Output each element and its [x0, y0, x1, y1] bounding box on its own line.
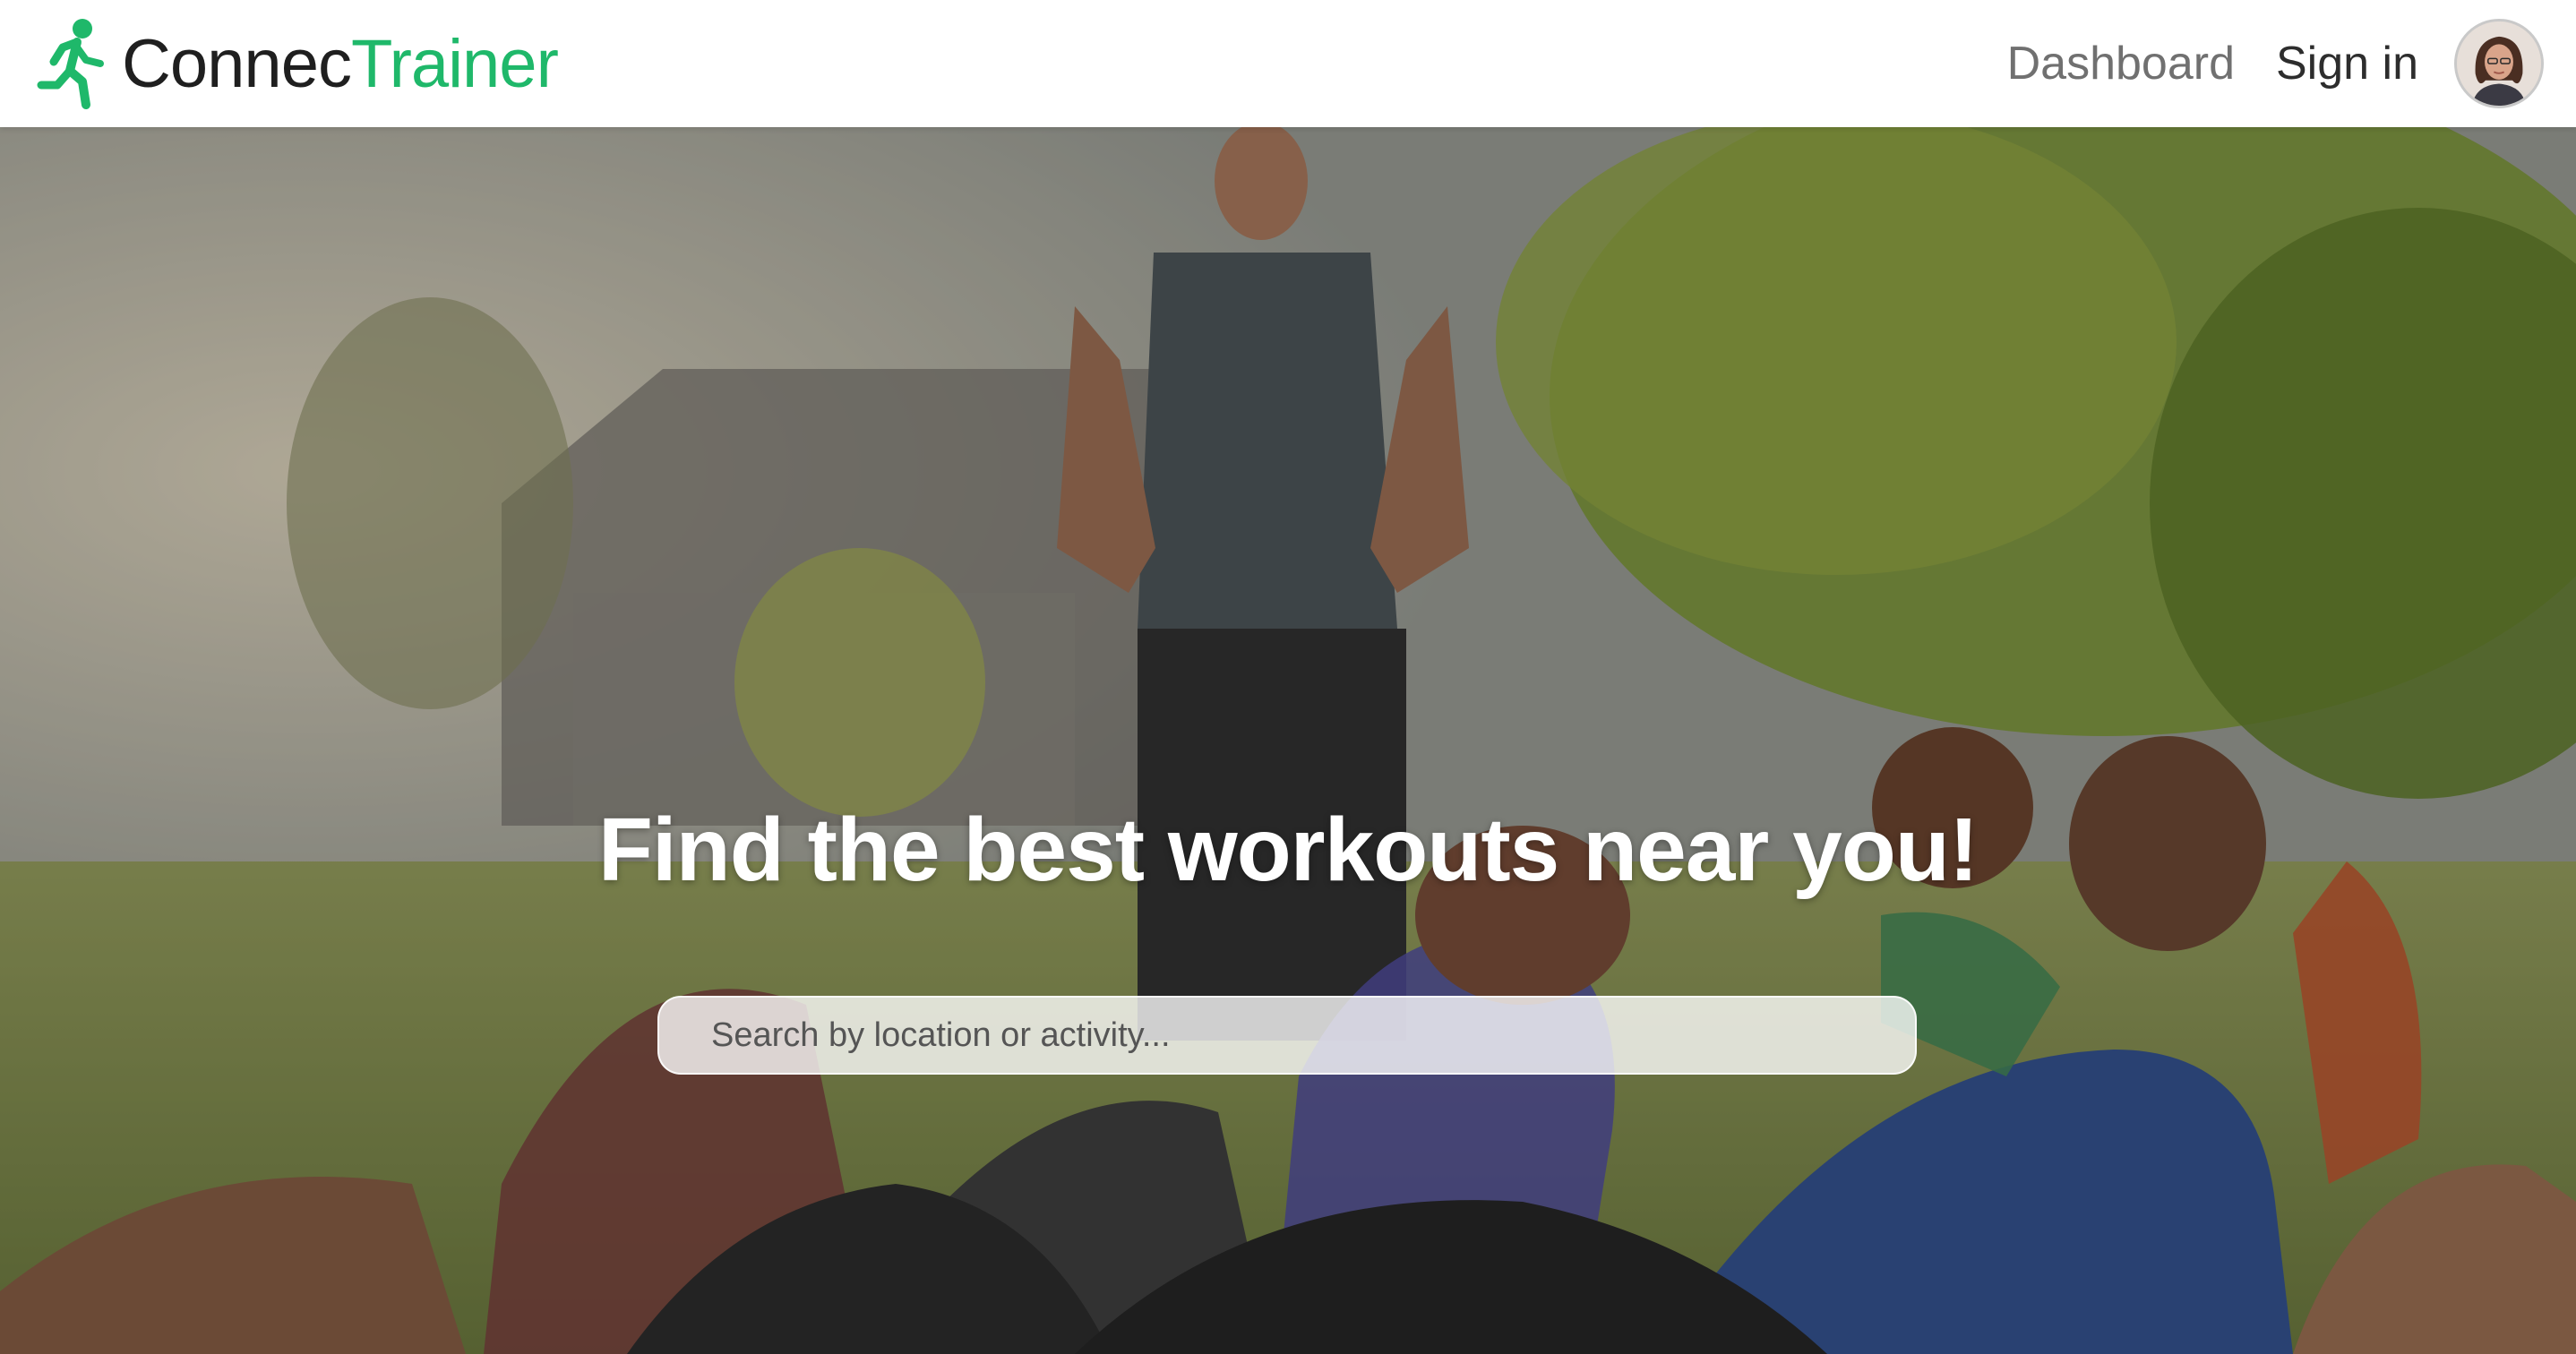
running-person-icon — [37, 19, 104, 109]
brand-name: ConnecTrainer — [122, 25, 559, 103]
signin-link[interactable]: Sign in — [2258, 37, 2436, 90]
avatar[interactable] — [2454, 19, 2544, 108]
top-navbar: ConnecTrainer Dashboard Sign in — [0, 0, 2576, 127]
search-input[interactable] — [657, 996, 1917, 1075]
nav-links: Dashboard Sign in — [1989, 19, 2544, 108]
brand-name-part1: Connec — [122, 25, 352, 102]
search-bar — [657, 996, 1917, 1075]
dashboard-link[interactable]: Dashboard — [1989, 37, 2253, 90]
user-avatar-icon — [2457, 21, 2541, 106]
brand-logo[interactable]: ConnecTrainer — [36, 17, 559, 110]
brand-name-part2: Trainer — [350, 25, 559, 102]
hero-section: Find the best workouts near you! — [0, 127, 2576, 1354]
hero-overlay — [0, 127, 2576, 1354]
hero-heading: Find the best workouts near you! — [597, 800, 1979, 900]
